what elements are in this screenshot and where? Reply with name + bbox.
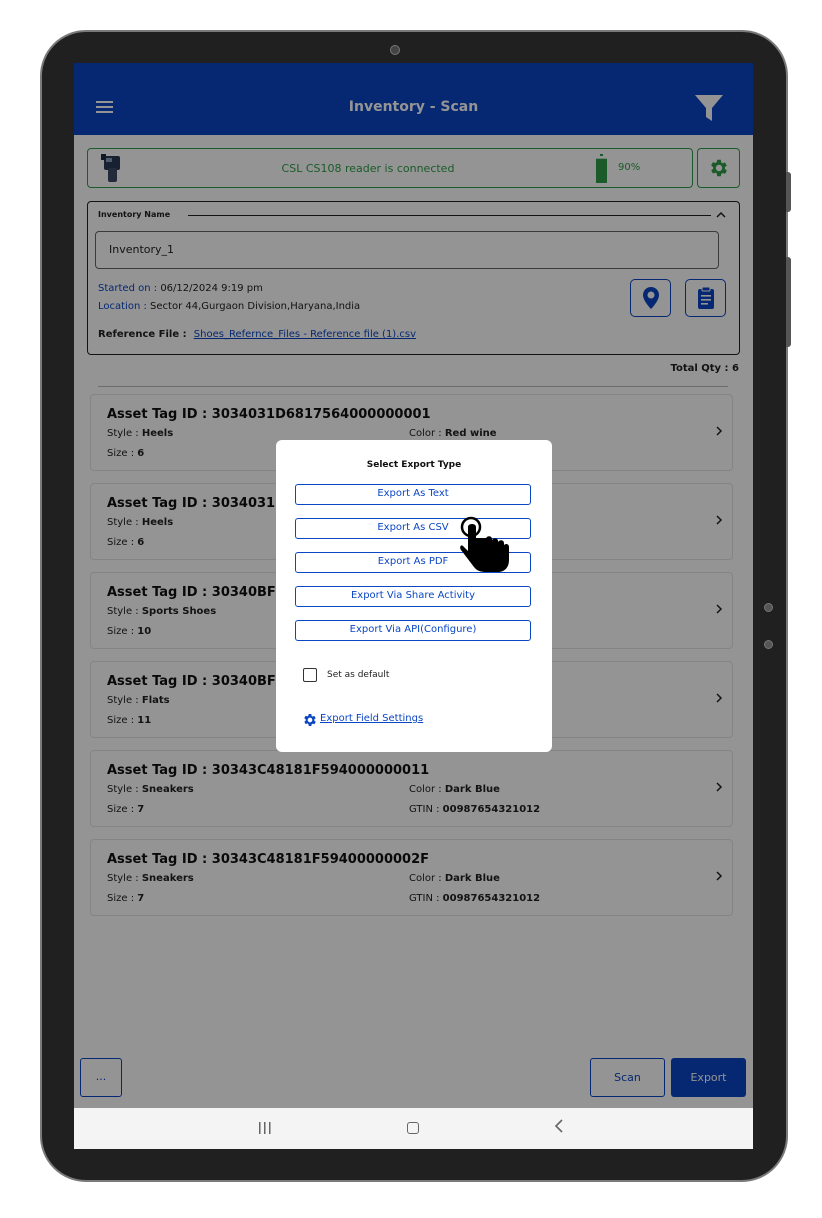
hand-pointer-icon [460,516,509,572]
dialog-title: Select Export Type [366,460,462,470]
gear-icon [304,714,316,726]
front-camera [390,45,400,55]
recent-apps-icon[interactable] [258,1121,272,1135]
sensor-dot [764,603,773,612]
app-screen: Inventory - Scan CSL CS108 reader is con… [74,63,753,1149]
back-icon[interactable] [554,1118,564,1134]
set-default-label: Set as default [327,670,390,680]
export-text-button[interactable]: Export As Text [295,484,531,505]
export-share-button[interactable]: Export Via Share Activity [295,586,531,607]
set-default-checkbox[interactable] [303,668,317,682]
volume-button [786,172,791,212]
system-nav-bar [74,1108,753,1149]
power-button [786,257,791,347]
export-api-button[interactable]: Export Via API(Configure) [295,620,531,641]
export-field-settings-link[interactable]: Export Field Settings [320,713,423,724]
sensor-dot [764,640,773,649]
home-icon[interactable] [407,1122,419,1134]
export-dialog: Select Export Type Export As Text Export… [276,440,552,752]
